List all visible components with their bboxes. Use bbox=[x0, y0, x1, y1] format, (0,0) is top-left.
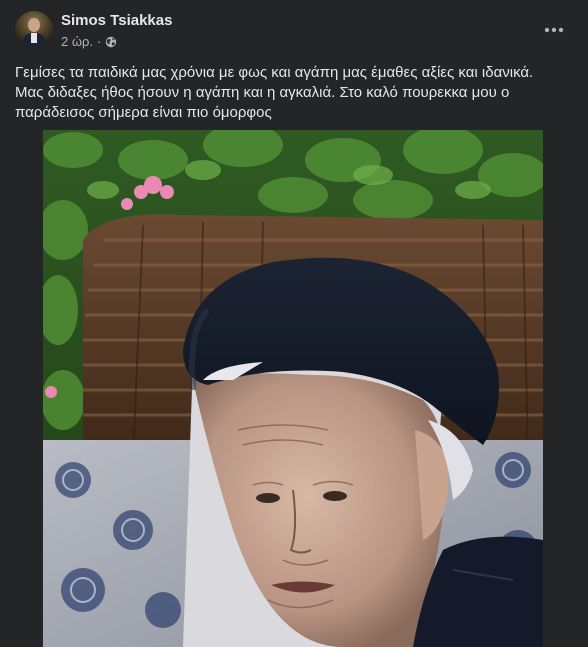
post-text-line: Μας διδαξες ήθος ήσουν η αγάπη και η αγκ… bbox=[15, 84, 510, 101]
post-header: Simos Tsiakkas 2 ώρ. · bbox=[0, 0, 588, 58]
more-dots-icon bbox=[544, 27, 564, 33]
post-text-line: Γεμίσες τα παιδικά μας χρόνια με φως και… bbox=[15, 64, 534, 81]
more-options-button[interactable] bbox=[538, 14, 570, 46]
post-text-line: παράδεισος σήμερα είναι πιο όμορφος bbox=[15, 104, 272, 121]
post-meta: 2 ώρ. · bbox=[61, 34, 117, 49]
author-avatar[interactable] bbox=[15, 11, 53, 49]
facebook-post: Simos Tsiakkas 2 ώρ. · Γεμίσες τα παιδικ… bbox=[0, 0, 588, 647]
post-timestamp[interactable]: 2 ώρ. bbox=[61, 34, 93, 49]
elderly-woman-photo bbox=[43, 130, 543, 647]
post-text: Γεμίσες τα παιδικά μας χρόνια με φως και… bbox=[15, 63, 575, 123]
author-name[interactable]: Simos Tsiakkas bbox=[61, 12, 172, 29]
meta-separator: · bbox=[97, 34, 102, 49]
post-photo[interactable] bbox=[43, 130, 543, 647]
globe-icon[interactable] bbox=[105, 36, 117, 48]
